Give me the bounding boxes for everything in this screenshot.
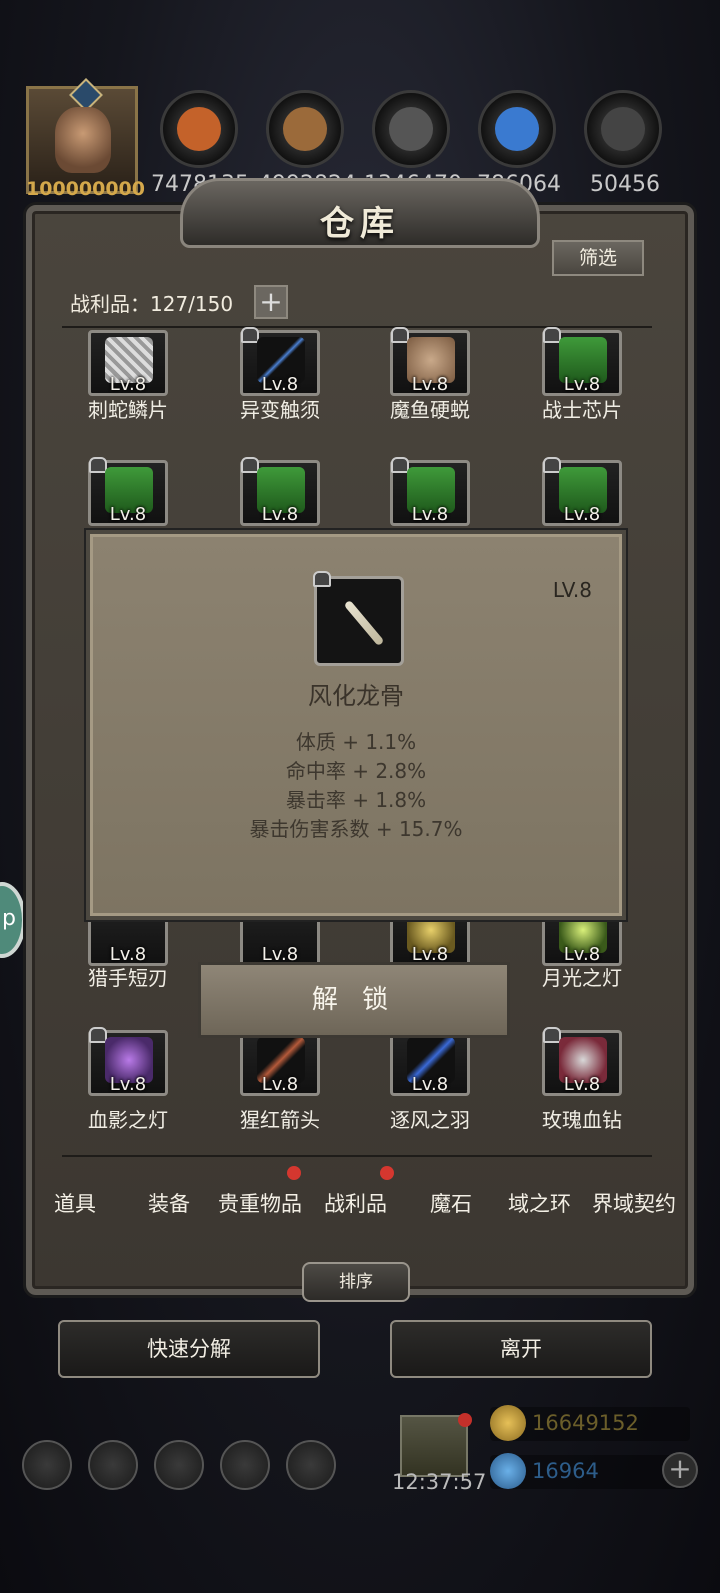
item-level: Lv.8 bbox=[563, 374, 601, 395]
item-slot[interactable]: Lv.8 bbox=[390, 327, 470, 396]
item-level: Lv.8 bbox=[411, 374, 449, 395]
item-slot[interactable]: Lv.8 bbox=[542, 457, 622, 526]
item-slot[interactable]: Lv.8 bbox=[88, 1027, 168, 1096]
item-level: Lv.8 bbox=[109, 504, 147, 525]
resource-value-steel: 50456 bbox=[590, 172, 660, 197]
item-stat: 体质 + 1.1% bbox=[295, 730, 417, 754]
item-level: Lv.8 bbox=[411, 504, 449, 525]
item-detail-level: LV.8 bbox=[552, 578, 592, 602]
ore-orange-icon[interactable] bbox=[160, 90, 238, 168]
divider bbox=[62, 326, 652, 328]
item-stat: 暴击伤害系数 + 15.7% bbox=[249, 817, 463, 841]
item-level: Lv.8 bbox=[109, 374, 147, 395]
sort-button[interactable]: 排序 bbox=[302, 1262, 410, 1302]
blue-crystal-icon[interactable] bbox=[478, 90, 556, 168]
gift-box-icon[interactable] bbox=[400, 1413, 472, 1477]
item-name: 猩红箭头 bbox=[240, 1108, 320, 1132]
side-menu-orb-icon[interactable]: p bbox=[0, 882, 26, 958]
badge-icon[interactable] bbox=[88, 1440, 138, 1490]
item-slot[interactable]: Lv.8 bbox=[542, 327, 622, 396]
item-detail-popup: LV.8 风化龙骨 体质 + 1.1% 命中率 + 2.8% 暴击率 + 1.8… bbox=[86, 530, 626, 920]
item-slot[interactable]: Lv.8 bbox=[390, 457, 470, 526]
steel-ingot-icon[interactable] bbox=[584, 90, 662, 168]
capacity-label: 战利品：127/150 bbox=[70, 292, 234, 316]
gold-value: 16649152 bbox=[532, 1411, 639, 1435]
tab-items[interactable]: 道具 bbox=[54, 1188, 96, 1218]
item-slot[interactable]: Lv.8 bbox=[240, 1030, 320, 1096]
dragon-bone-icon bbox=[343, 599, 385, 647]
gold-display: 16649152 bbox=[490, 1405, 690, 1441]
item-slot[interactable]: Lv.8 bbox=[88, 330, 168, 396]
item-name: 刺蛇鳞片 bbox=[88, 398, 168, 422]
page-title: 仓库 bbox=[320, 204, 400, 244]
tab-magic-stone[interactable]: 魔石 bbox=[430, 1188, 472, 1218]
settings-icon[interactable] bbox=[22, 1440, 72, 1490]
item-level: Lv.8 bbox=[261, 1074, 299, 1095]
tab-equipment[interactable]: 装备 bbox=[148, 1188, 190, 1218]
shield-icon[interactable] bbox=[286, 1440, 336, 1490]
gold-coin-icon bbox=[490, 1405, 526, 1441]
filter-button[interactable]: 筛选 bbox=[552, 240, 644, 276]
item-name: 异变触须 bbox=[240, 398, 320, 422]
tab-domain-contract[interactable]: 界域契约 bbox=[592, 1188, 676, 1218]
tab-valuables[interactable]: 贵重物品 bbox=[218, 1188, 302, 1218]
item-slot[interactable]: Lv.8 bbox=[542, 1027, 622, 1096]
item-detail-name: 风化龙骨 bbox=[308, 682, 404, 710]
item-level: Lv.8 bbox=[563, 1074, 601, 1095]
item-slot[interactable]: Lv.8 bbox=[240, 457, 320, 526]
item-level: Lv.8 bbox=[563, 504, 601, 525]
item-name: 魔鱼硬蜕 bbox=[390, 398, 470, 422]
item-name: 逐风之羽 bbox=[390, 1108, 470, 1132]
item-detail-icon bbox=[313, 571, 404, 666]
tab-domain-ring[interactable]: 域之环 bbox=[508, 1188, 571, 1218]
item-level: Lv.8 bbox=[261, 504, 299, 525]
add-currency-button[interactable]: + bbox=[662, 1452, 698, 1488]
item-name: 玫瑰血钻 bbox=[542, 1108, 622, 1132]
divider bbox=[62, 1155, 652, 1157]
wood-plank-icon[interactable] bbox=[266, 90, 344, 168]
unlock-button[interactable]: 解 锁 bbox=[198, 962, 510, 1038]
leave-button[interactable]: 离开 bbox=[390, 1320, 652, 1378]
gem-display: 16964 bbox=[490, 1453, 690, 1489]
item-slot[interactable]: Lv.8 bbox=[240, 327, 320, 396]
item-stat: 暴击率 + 1.8% bbox=[285, 788, 427, 812]
notification-dot bbox=[380, 1166, 394, 1180]
item-stat: 命中率 + 2.8% bbox=[285, 759, 427, 783]
item-name: 月光之灯 bbox=[542, 966, 622, 990]
expand-capacity-button[interactable]: + bbox=[254, 285, 288, 319]
lock-icon bbox=[313, 571, 331, 587]
item-name: 血影之灯 bbox=[88, 1108, 168, 1132]
iron-ingot-icon[interactable] bbox=[372, 90, 450, 168]
book-icon[interactable] bbox=[220, 1440, 270, 1490]
timer: 12:37:57 bbox=[392, 1470, 487, 1494]
item-slot[interactable]: Lv.8 bbox=[88, 457, 168, 526]
item-name: 猎手短刃 bbox=[88, 966, 168, 990]
quick-decompose-button[interactable]: 快速分解 bbox=[58, 1320, 320, 1378]
notification-dot bbox=[458, 1413, 472, 1427]
gem-icon bbox=[490, 1453, 526, 1489]
avatar-face bbox=[55, 107, 111, 173]
item-name: 战士芯片 bbox=[542, 398, 622, 422]
tab-loot[interactable]: 战利品 bbox=[324, 1188, 387, 1218]
gem-value: 16964 bbox=[532, 1459, 599, 1483]
item-level: Lv.8 bbox=[109, 1074, 147, 1095]
item-level: Lv.8 bbox=[411, 1074, 449, 1095]
item-level: Lv.8 bbox=[261, 374, 299, 395]
guild-icon[interactable] bbox=[154, 1440, 204, 1490]
item-slot[interactable]: Lv.8 bbox=[390, 1030, 470, 1096]
notification-dot bbox=[287, 1166, 301, 1180]
